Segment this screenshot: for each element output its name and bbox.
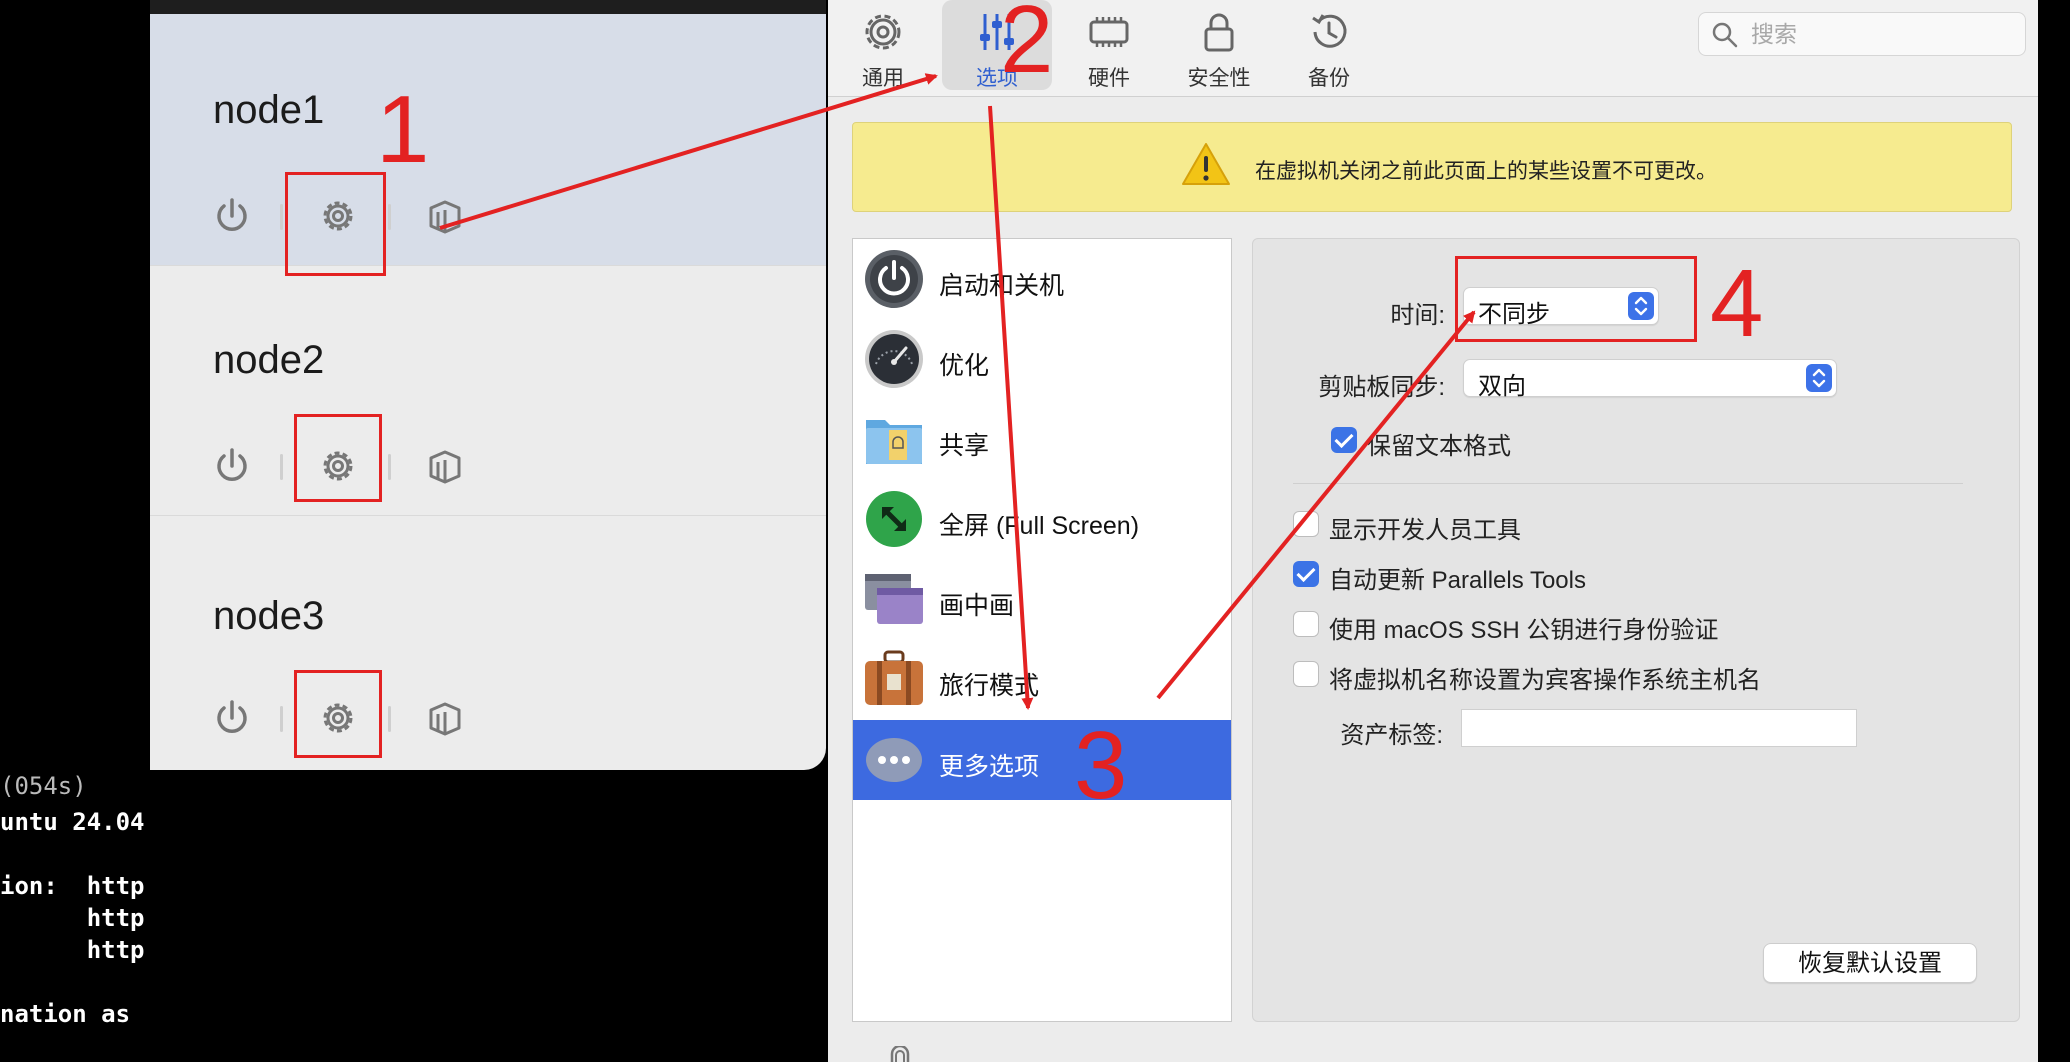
tab-label: 备份 xyxy=(1308,67,1350,90)
tab-general[interactable]: 通用 xyxy=(828,0,938,90)
warning-banner: 在虚拟机关闭之前此页面上的某些设置不可更改。 xyxy=(852,122,2012,212)
divider xyxy=(1293,483,1963,484)
sidebar-item-label: 旅行模式 xyxy=(939,672,1040,700)
speedometer-icon xyxy=(865,330,923,388)
copy-stack-icon[interactable] xyxy=(423,194,467,238)
hostname-label: 将虚拟机名称设置为宾客操作系统主机名 xyxy=(1329,667,1761,694)
sidebar-item-label: 启动和关机 xyxy=(939,272,1065,300)
warning-icon xyxy=(1182,143,1230,185)
vm-item-node2[interactable]: node2 xyxy=(150,266,826,516)
tab-security[interactable]: 安全性 xyxy=(1164,0,1274,90)
sidebar-item-picture-in-picture[interactable]: 画中画 xyxy=(853,559,1231,639)
clipboard-sync-value: 双向 xyxy=(1478,373,1526,400)
separator xyxy=(388,454,391,480)
lock-settings-icon[interactable] xyxy=(888,1046,912,1062)
annotation-number-4: 4 xyxy=(1710,250,1764,357)
chip-icon xyxy=(1089,17,1129,47)
annotation-number-2: 2 xyxy=(1000,0,1054,93)
settings-window: 通用 选项 硬件 安全性 备份 搜索 在虚拟机关闭之前此页面上的某些设置不可更改… xyxy=(828,0,2038,1062)
sidebar-item-more-options[interactable]: 更多选项 xyxy=(853,720,1231,800)
warning-text: 在虚拟机关闭之前此页面上的某些设置不可更改。 xyxy=(1255,160,1717,183)
gear-icon xyxy=(865,14,901,50)
terminal-line: (054s) xyxy=(0,772,87,800)
tab-backup[interactable]: 备份 xyxy=(1274,0,1384,90)
annotation-number-3: 3 xyxy=(1074,712,1128,819)
separator xyxy=(280,454,283,480)
power-icon[interactable] xyxy=(210,194,254,238)
sidebar-item-label: 共享 xyxy=(939,432,990,460)
power-icon xyxy=(865,250,923,308)
asset-tag-input[interactable] xyxy=(1461,709,1857,747)
search-icon xyxy=(1712,22,1738,48)
separator xyxy=(388,204,391,230)
annotation-box-1 xyxy=(285,172,386,276)
clipboard-sync-label: 剪贴板同步: xyxy=(1318,374,1445,401)
annotation-box xyxy=(294,670,382,758)
terminal-background: (054s) untu 24.04 ion: http http http na… xyxy=(0,0,148,1062)
vm-item-node1[interactable]: node1 xyxy=(150,14,826,276)
more-options-pane: 时间: 不同步 剪贴板同步: 双向 保留文本格式 显示开发人员工具 自动更新 P… xyxy=(1252,238,2020,1022)
lock-icon xyxy=(1204,13,1234,52)
preserve-format-checkbox[interactable] xyxy=(1331,427,1357,453)
shared-folder-icon xyxy=(866,420,922,464)
separator xyxy=(280,204,283,230)
sidebar-item-label: 画中画 xyxy=(939,592,1015,620)
tab-label: 硬件 xyxy=(1088,67,1130,90)
restore-defaults-button[interactable]: 恢复默认设置 xyxy=(1763,943,1977,983)
sidebar-item-travel-mode[interactable]: 旅行模式 xyxy=(853,639,1231,719)
vm-list-panel: node1 node2 node3 xyxy=(150,0,826,770)
vm-item-node3[interactable]: node3 xyxy=(150,516,826,770)
power-icon[interactable] xyxy=(210,444,254,488)
dev-tools-label: 显示开发人员工具 xyxy=(1329,517,1521,544)
terminal-line: ion: http xyxy=(0,872,145,900)
suitcase-icon xyxy=(865,650,923,705)
copy-stack-icon[interactable] xyxy=(423,696,467,740)
sidebar-item-optimization[interactable]: 优化 xyxy=(853,319,1231,399)
ssh-key-checkbox[interactable] xyxy=(1293,611,1319,637)
clipboard-sync-select[interactable]: 双向 xyxy=(1463,359,1837,400)
clock-backup-icon xyxy=(1312,14,1347,48)
annotation-number-1: 1 xyxy=(376,76,430,183)
dev-tools-checkbox[interactable] xyxy=(1293,511,1319,537)
sidebar-item-label: 全屏 (Full Screen) xyxy=(939,512,1140,540)
separator xyxy=(388,706,391,732)
power-icon[interactable] xyxy=(210,696,254,740)
search-field[interactable] xyxy=(1698,12,2026,56)
fullscreen-icon xyxy=(866,491,922,547)
terminal-line: nation as xyxy=(0,1000,131,1028)
vm-name: node3 xyxy=(213,594,325,638)
sidebar-item-label: 优化 xyxy=(939,352,990,380)
auto-update-tools-checkbox[interactable] xyxy=(1293,561,1319,587)
sidebar-item-startup-shutdown[interactable]: 启动和关机 xyxy=(853,239,1231,319)
chevron-updown-icon xyxy=(1806,364,1832,392)
window-top-strip xyxy=(150,0,826,14)
separator xyxy=(280,706,283,732)
hostname-checkbox[interactable] xyxy=(1293,661,1319,687)
preserve-format-label: 保留文本格式 xyxy=(1367,433,1511,460)
terminal-line: http xyxy=(0,904,145,932)
copy-stack-icon[interactable] xyxy=(423,444,467,488)
sidebar-item-sharing[interactable]: 共享 xyxy=(853,399,1231,479)
ssh-key-label: 使用 macOS SSH 公钥进行身份验证 xyxy=(1329,617,1719,644)
terminal-line: untu 24.04 xyxy=(0,808,145,836)
options-sidebar: 启动和关机 优化 共享 全屏 (Full Screen) 画中画 旅行模式 更多… xyxy=(852,238,1232,1022)
auto-update-tools-label: 自动更新 Parallels Tools xyxy=(1329,567,1586,594)
annotation-box xyxy=(294,414,382,502)
tab-label: 安全性 xyxy=(1187,67,1251,90)
vm-name: node1 xyxy=(213,88,325,132)
more-options-icon xyxy=(866,738,922,782)
vm-name: node2 xyxy=(213,338,325,382)
time-label: 时间: xyxy=(1390,302,1445,329)
picture-in-picture-icon xyxy=(865,574,923,624)
sidebar-item-label: 更多选项 xyxy=(939,753,1040,781)
sidebar-item-fullscreen[interactable]: 全屏 (Full Screen) xyxy=(853,479,1231,559)
annotation-box-4 xyxy=(1455,256,1697,342)
tab-label: 通用 xyxy=(862,67,904,90)
tab-hardware[interactable]: 硬件 xyxy=(1054,0,1164,90)
asset-tag-label: 资产标签: xyxy=(1340,722,1443,749)
search-input[interactable] xyxy=(1749,19,2013,49)
terminal-line: http xyxy=(0,936,145,964)
